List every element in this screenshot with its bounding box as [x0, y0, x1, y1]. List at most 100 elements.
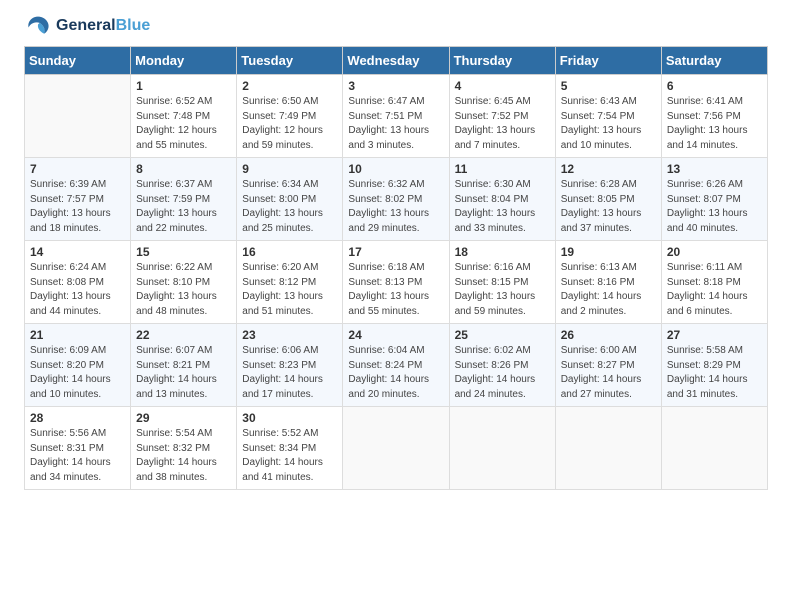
- day-number: 8: [136, 162, 231, 176]
- day-cell: 19Sunrise: 6:13 AM Sunset: 8:16 PM Dayli…: [555, 241, 661, 324]
- day-number: 14: [30, 245, 125, 259]
- day-info: Sunrise: 6:13 AM Sunset: 8:16 PM Dayligh…: [561, 261, 656, 319]
- day-info: Sunrise: 6:22 AM Sunset: 8:10 PM Dayligh…: [136, 261, 231, 319]
- day-info: Sunrise: 6:06 AM Sunset: 8:23 PM Dayligh…: [242, 344, 337, 402]
- day-number: 26: [561, 328, 656, 342]
- day-info: Sunrise: 6:28 AM Sunset: 8:05 PM Dayligh…: [561, 178, 656, 236]
- day-cell: 30 Sunrise: 5:52 AM Sunset: 8:34 PM Dayli…: [237, 407, 343, 490]
- day-cell: [661, 407, 767, 490]
- dow-wednesday: Wednesday: [343, 47, 449, 75]
- day-number: 3: [348, 79, 443, 93]
- day-info: Sunrise: 5:52 AM Sunset: 8:34 PM Dayligh…: [242, 427, 337, 485]
- day-number: 5: [561, 79, 656, 93]
- day-info: Sunrise: 6:52 AM Sunset: 7:48 PM Dayligh…: [136, 95, 231, 153]
- day-info: Sunrise: 5:58 AM Sunset: 8:29 PM Dayligh…: [667, 344, 762, 402]
- day-info: Sunrise: 6:00 AM Sunset: 8:27 PM Dayligh…: [561, 344, 656, 402]
- day-cell: 9 Sunrise: 6:34 AM Sunset: 8:00 PM Daylig…: [237, 158, 343, 241]
- day-info: Sunrise: 6:43 AM Sunset: 7:54 PM Dayligh…: [561, 95, 656, 153]
- day-number: 30: [242, 411, 337, 425]
- day-cell: 11 Sunrise: 6:30 AM Sunset: 8:04 PM Dayli…: [449, 158, 555, 241]
- calendar-table: SundayMondayTuesdayWednesdayThursdayFrid…: [24, 46, 768, 490]
- dow-saturday: Saturday: [661, 47, 767, 75]
- logo: GeneralBlue: [24, 12, 150, 40]
- day-info: Sunrise: 6:41 AM Sunset: 7:56 PM Dayligh…: [667, 95, 762, 153]
- day-cell: 16Sunrise: 6:20 AM Sunset: 8:12 PM Dayli…: [237, 241, 343, 324]
- week-row-2: 7 Sunrise: 6:39 AM Sunset: 7:57 PM Daylig…: [25, 158, 768, 241]
- calendar-section: SundayMondayTuesdayWednesdayThursdayFrid…: [0, 46, 792, 506]
- day-info: Sunrise: 6:18 AM Sunset: 8:13 PM Dayligh…: [348, 261, 443, 319]
- day-cell: 29 Sunrise: 5:54 AM Sunset: 8:32 PM Dayli…: [131, 407, 237, 490]
- day-cell: 27 Sunrise: 5:58 AM Sunset: 8:29 PM Dayli…: [661, 324, 767, 407]
- day-info: Sunrise: 6:47 AM Sunset: 7:51 PM Dayligh…: [348, 95, 443, 153]
- day-cell: 21 Sunrise: 6:09 AM Sunset: 8:20 PM Dayli…: [25, 324, 131, 407]
- day-cell: [449, 407, 555, 490]
- day-info: Sunrise: 6:39 AM Sunset: 7:57 PM Dayligh…: [30, 178, 125, 236]
- day-cell: 12 Sunrise: 6:28 AM Sunset: 8:05 PM Dayli…: [555, 158, 661, 241]
- week-row-1: 1 Sunrise: 6:52 AM Sunset: 7:48 PM Daylig…: [25, 75, 768, 158]
- day-cell: 2 Sunrise: 6:50 AM Sunset: 7:49 PM Daylig…: [237, 75, 343, 158]
- day-cell: 5 Sunrise: 6:43 AM Sunset: 7:54 PM Daylig…: [555, 75, 661, 158]
- day-info: Sunrise: 6:45 AM Sunset: 7:52 PM Dayligh…: [455, 95, 550, 153]
- day-info: Sunrise: 5:54 AM Sunset: 8:32 PM Dayligh…: [136, 427, 231, 485]
- day-of-week-header: SundayMondayTuesdayWednesdayThursdayFrid…: [25, 47, 768, 75]
- day-number: 17: [348, 245, 443, 259]
- day-cell: 26 Sunrise: 6:00 AM Sunset: 8:27 PM Dayli…: [555, 324, 661, 407]
- dow-sunday: Sunday: [25, 47, 131, 75]
- day-number: 24: [348, 328, 443, 342]
- dow-tuesday: Tuesday: [237, 47, 343, 75]
- day-number: 1: [136, 79, 231, 93]
- day-cell: 15Sunrise: 6:22 AM Sunset: 8:10 PM Dayli…: [131, 241, 237, 324]
- day-info: Sunrise: 6:26 AM Sunset: 8:07 PM Dayligh…: [667, 178, 762, 236]
- day-cell: 7 Sunrise: 6:39 AM Sunset: 7:57 PM Daylig…: [25, 158, 131, 241]
- day-info: Sunrise: 6:50 AM Sunset: 7:49 PM Dayligh…: [242, 95, 337, 153]
- day-info: Sunrise: 6:32 AM Sunset: 8:02 PM Dayligh…: [348, 178, 443, 236]
- day-cell: 6 Sunrise: 6:41 AM Sunset: 7:56 PM Daylig…: [661, 75, 767, 158]
- day-cell: 10Sunrise: 6:32 AM Sunset: 8:02 PM Dayli…: [343, 158, 449, 241]
- calendar-body: 1 Sunrise: 6:52 AM Sunset: 7:48 PM Daylig…: [25, 75, 768, 490]
- day-number: 12: [561, 162, 656, 176]
- dow-thursday: Thursday: [449, 47, 555, 75]
- day-cell: 4 Sunrise: 6:45 AM Sunset: 7:52 PM Daylig…: [449, 75, 555, 158]
- day-cell: 20 Sunrise: 6:11 AM Sunset: 8:18 PM Dayli…: [661, 241, 767, 324]
- day-number: 29: [136, 411, 231, 425]
- dow-friday: Friday: [555, 47, 661, 75]
- day-cell: 28Sunrise: 5:56 AM Sunset: 8:31 PM Dayli…: [25, 407, 131, 490]
- day-info: Sunrise: 6:24 AM Sunset: 8:08 PM Dayligh…: [30, 261, 125, 319]
- day-cell: [343, 407, 449, 490]
- week-row-5: 28Sunrise: 5:56 AM Sunset: 8:31 PM Dayli…: [25, 407, 768, 490]
- day-number: 22: [136, 328, 231, 342]
- day-info: Sunrise: 6:30 AM Sunset: 8:04 PM Dayligh…: [455, 178, 550, 236]
- day-number: 27: [667, 328, 762, 342]
- day-number: 2: [242, 79, 337, 93]
- dow-monday: Monday: [131, 47, 237, 75]
- day-number: 11: [455, 162, 550, 176]
- day-number: 25: [455, 328, 550, 342]
- day-cell: [25, 75, 131, 158]
- day-number: 21: [30, 328, 125, 342]
- day-number: 9: [242, 162, 337, 176]
- day-info: Sunrise: 5:56 AM Sunset: 8:31 PM Dayligh…: [30, 427, 125, 485]
- header-row: GeneralBlue: [0, 0, 792, 46]
- day-number: 7: [30, 162, 125, 176]
- day-cell: 3 Sunrise: 6:47 AM Sunset: 7:51 PM Daylig…: [343, 75, 449, 158]
- day-info: Sunrise: 6:11 AM Sunset: 8:18 PM Dayligh…: [667, 261, 762, 319]
- day-number: 20: [667, 245, 762, 259]
- day-cell: 22Sunrise: 6:07 AM Sunset: 8:21 PM Dayli…: [131, 324, 237, 407]
- day-cell: 24 Sunrise: 6:04 AM Sunset: 8:24 PM Dayli…: [343, 324, 449, 407]
- day-number: 16: [242, 245, 337, 259]
- day-cell: 8 Sunrise: 6:37 AM Sunset: 7:59 PM Daylig…: [131, 158, 237, 241]
- day-info: Sunrise: 6:09 AM Sunset: 8:20 PM Dayligh…: [30, 344, 125, 402]
- day-number: 18: [455, 245, 550, 259]
- day-info: Sunrise: 6:37 AM Sunset: 7:59 PM Dayligh…: [136, 178, 231, 236]
- week-row-4: 21 Sunrise: 6:09 AM Sunset: 8:20 PM Dayli…: [25, 324, 768, 407]
- logo-icon: [24, 12, 52, 40]
- logo-text: GeneralBlue: [56, 17, 150, 35]
- day-cell: 14 Sunrise: 6:24 AM Sunset: 8:08 PM Dayli…: [25, 241, 131, 324]
- week-row-3: 14 Sunrise: 6:24 AM Sunset: 8:08 PM Dayli…: [25, 241, 768, 324]
- day-number: 4: [455, 79, 550, 93]
- day-number: 6: [667, 79, 762, 93]
- day-info: Sunrise: 6:04 AM Sunset: 8:24 PM Dayligh…: [348, 344, 443, 402]
- day-cell: [555, 407, 661, 490]
- day-cell: 13Sunrise: 6:26 AM Sunset: 8:07 PM Dayli…: [661, 158, 767, 241]
- day-info: Sunrise: 6:34 AM Sunset: 8:00 PM Dayligh…: [242, 178, 337, 236]
